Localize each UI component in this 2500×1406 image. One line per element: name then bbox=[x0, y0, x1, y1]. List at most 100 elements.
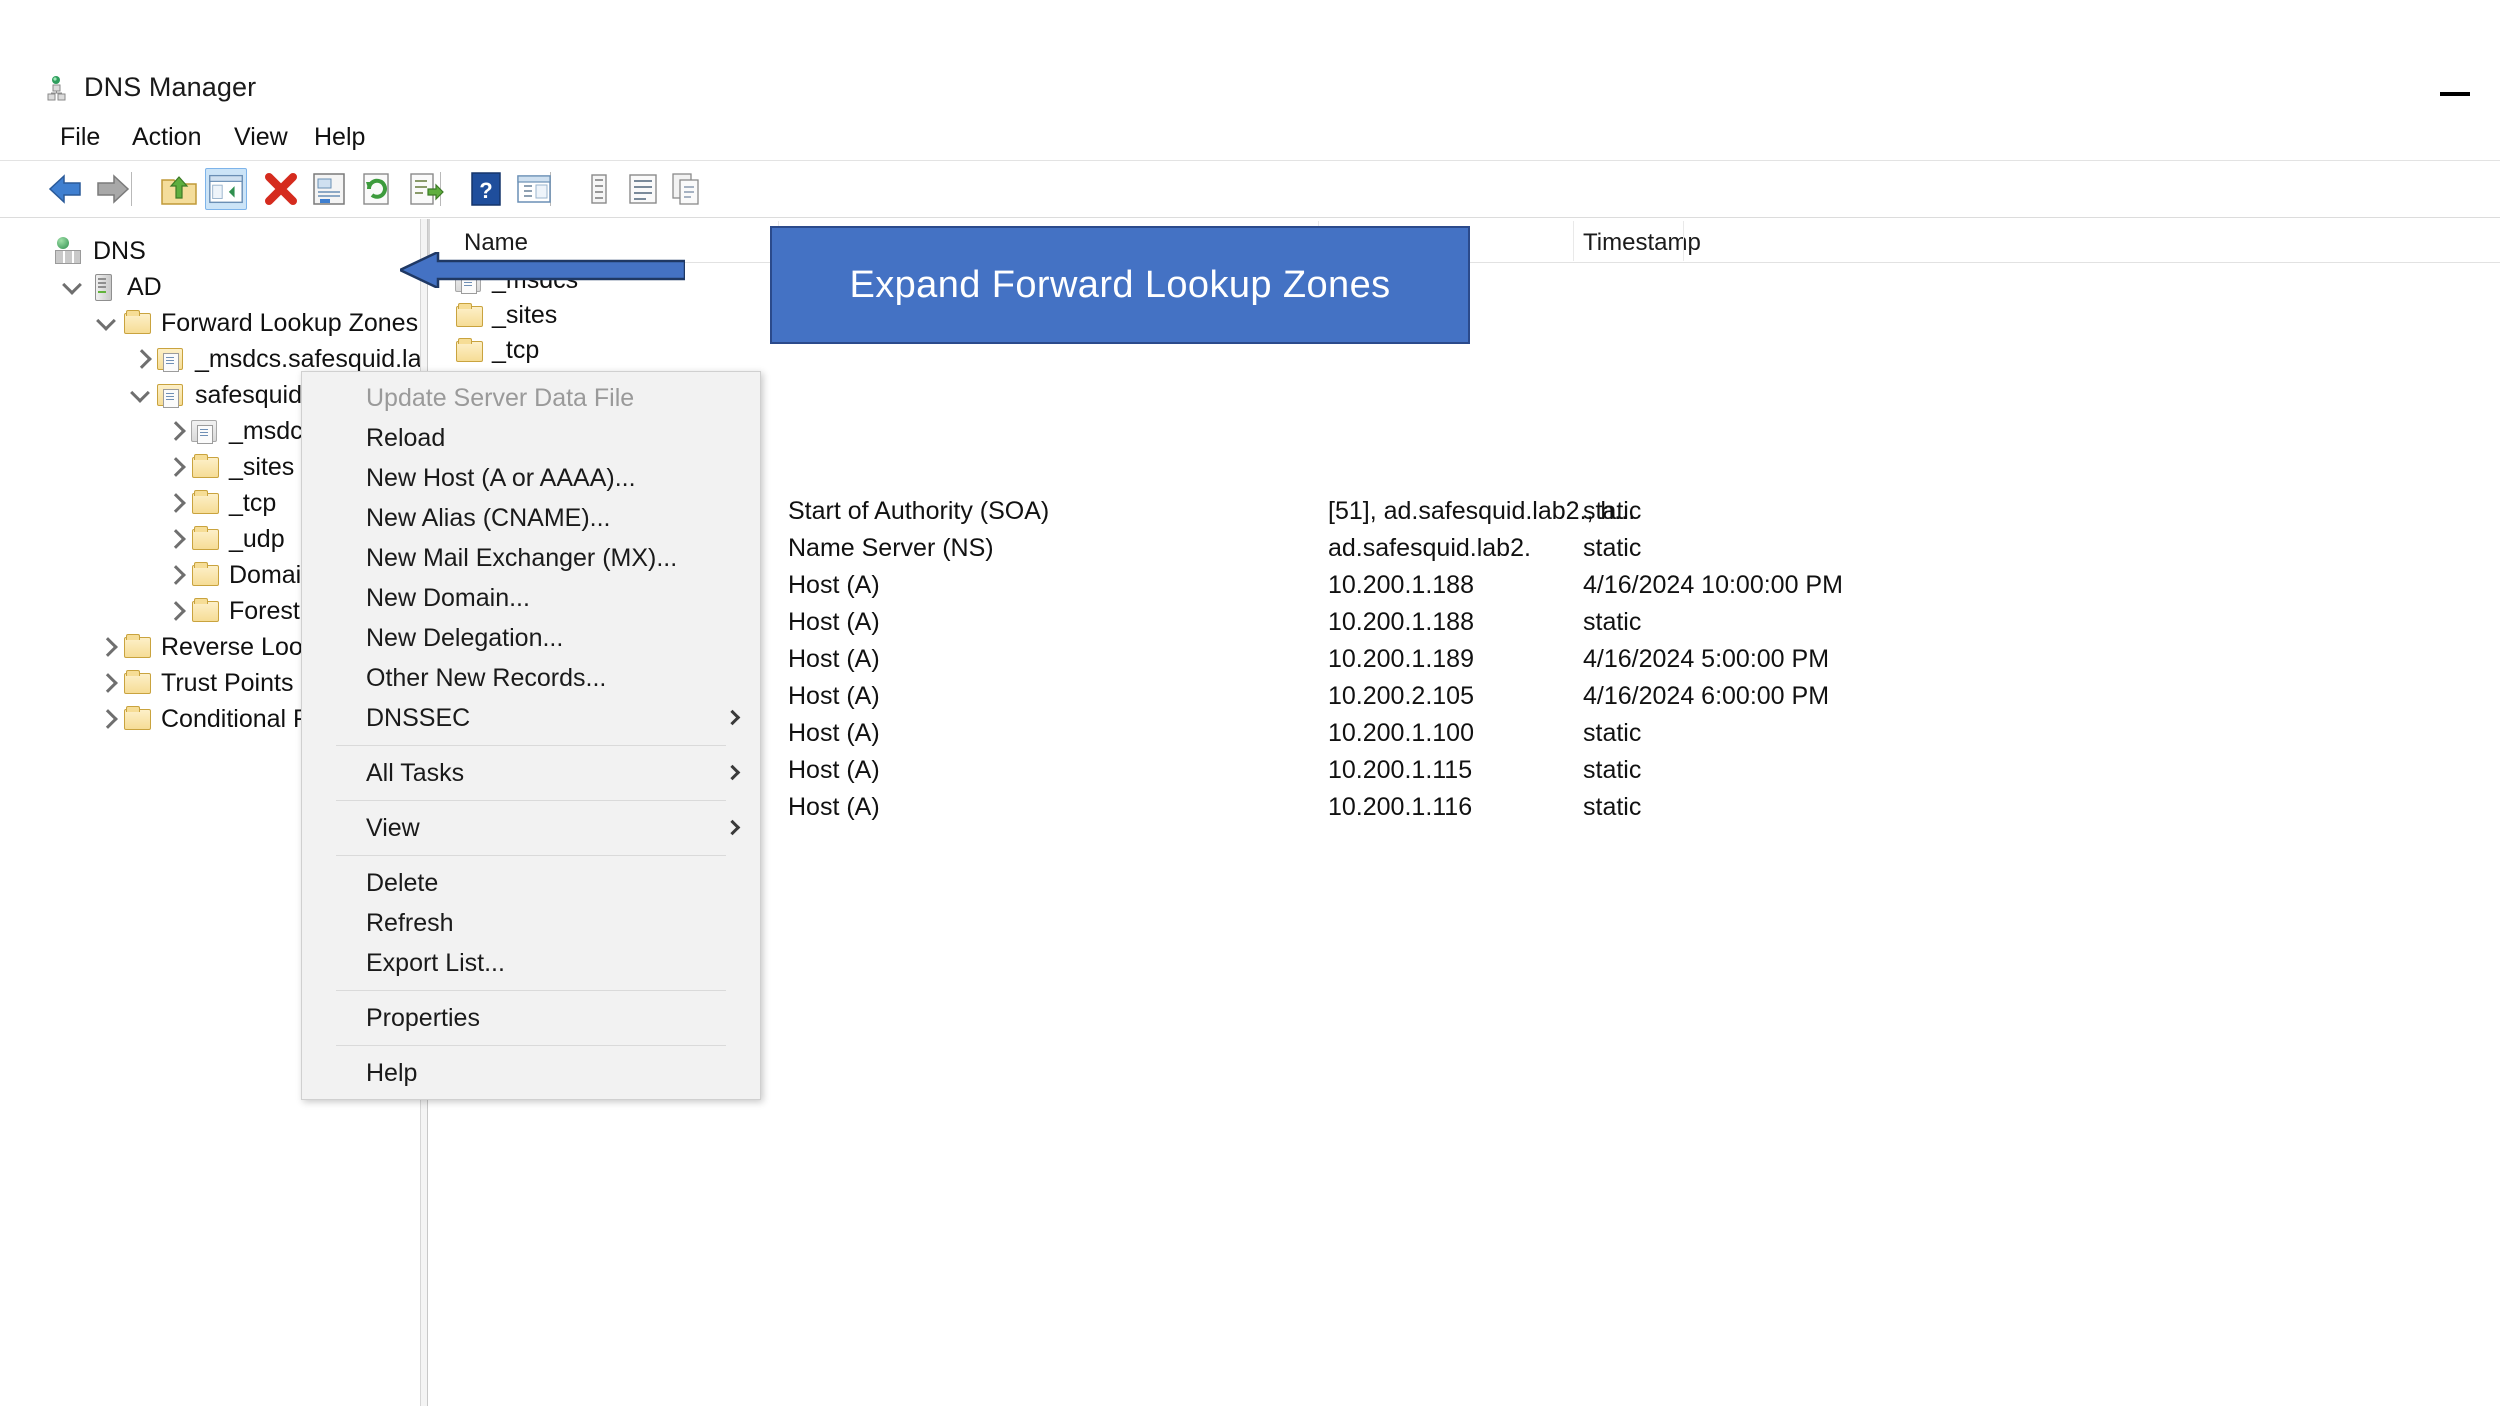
delete-icon[interactable] bbox=[260, 168, 302, 210]
context-menu-item-label: Help bbox=[366, 1059, 418, 1087]
tree-item-tcp[interactable]: _tcp bbox=[162, 485, 276, 521]
context-menu-item-view[interactable]: View bbox=[302, 808, 760, 848]
annotation-arrow-icon bbox=[400, 252, 685, 288]
copy-icon[interactable] bbox=[666, 168, 708, 210]
context-menu-item-help[interactable]: Help bbox=[302, 1053, 760, 1093]
context-menu-item-label: Refresh bbox=[366, 909, 454, 937]
tree-item-label: _sites bbox=[229, 452, 295, 481]
menu-separator bbox=[336, 800, 726, 801]
context-menu-item-reload[interactable]: Reload bbox=[302, 418, 760, 458]
chevron-right-icon bbox=[724, 709, 741, 726]
context-menu-item-label: Update Server Data File bbox=[366, 384, 635, 412]
context-menu-item-new-host-a-or-aaaa[interactable]: New Host (A or AAAA)... bbox=[302, 458, 760, 498]
zone-context-menu[interactable]: Update Server Data File Reload New Host (A… bbox=[301, 371, 761, 1100]
menu-help[interactable]: Help bbox=[304, 119, 375, 156]
context-menu-item-label: Other New Records... bbox=[366, 664, 607, 692]
back-icon[interactable] bbox=[44, 168, 86, 210]
chevron-down-icon[interactable] bbox=[60, 274, 86, 300]
record-data-cell: 10.200.1.188 bbox=[1328, 608, 1474, 636]
chevron-down-icon[interactable] bbox=[128, 382, 154, 408]
record-timestamp-cell: static bbox=[1583, 608, 1642, 636]
chevron-right-icon[interactable] bbox=[94, 670, 120, 696]
menu-separator bbox=[336, 855, 726, 856]
menu-action[interactable]: Action bbox=[122, 119, 211, 156]
forward-icon[interactable] bbox=[92, 168, 134, 210]
folder-icon bbox=[190, 525, 220, 553]
folder-icon bbox=[122, 669, 152, 697]
record-data-cell: 10.200.1.188 bbox=[1328, 571, 1474, 599]
record-type-cell: Host (A) bbox=[788, 756, 880, 784]
context-menu-item-label: View bbox=[366, 814, 420, 842]
record-timestamp-cell: static bbox=[1583, 497, 1642, 525]
zonegrey-icon bbox=[190, 417, 220, 445]
record-timestamp-cell: 4/16/2024 5:00:00 PM bbox=[1583, 645, 1830, 673]
tree-item-msdcs[interactable]: _msdcs bbox=[162, 413, 315, 449]
new-window-icon[interactable] bbox=[513, 168, 555, 210]
zone-icon bbox=[156, 345, 186, 373]
chevron-right-icon[interactable] bbox=[162, 454, 188, 480]
show-hide-tree-icon[interactable] bbox=[205, 168, 247, 210]
record-type-cell: Host (A) bbox=[788, 645, 880, 673]
record-type-cell: Start of Authority (SOA) bbox=[788, 497, 1050, 525]
context-menu-item-update-server-data-file: Update Server Data File bbox=[302, 378, 760, 418]
chevron-right-icon[interactable] bbox=[162, 526, 188, 552]
chevron-right-icon[interactable] bbox=[162, 598, 188, 624]
filter-icon[interactable] bbox=[578, 168, 620, 210]
context-menu-item-new-alias-cname[interactable]: New Alias (CNAME)... bbox=[302, 498, 760, 538]
tree-item-label: AD bbox=[127, 272, 162, 301]
tree-item-label: _udp bbox=[229, 524, 285, 553]
tree-item-ad[interactable]: AD bbox=[60, 269, 162, 305]
folder-icon bbox=[190, 453, 220, 481]
folder-icon bbox=[190, 561, 220, 589]
context-menu-item-export-list[interactable]: Export List... bbox=[302, 943, 760, 983]
refresh-icon[interactable] bbox=[356, 168, 398, 210]
context-menu-item-new-domain[interactable]: New Domain... bbox=[302, 578, 760, 618]
dns-manager-app-icon bbox=[47, 76, 66, 101]
chevron-down-icon[interactable] bbox=[94, 310, 120, 336]
up-one-level-icon[interactable] bbox=[158, 168, 200, 210]
tree-item-trust-points[interactable]: Trust Points bbox=[94, 665, 293, 701]
record-timestamp-cell: 4/16/2024 10:00:00 PM bbox=[1583, 571, 1843, 599]
title-bar: DNS Manager bbox=[0, 0, 2500, 102]
context-menu-item-dnssec[interactable]: DNSSEC bbox=[302, 698, 760, 738]
window-title: DNS Manager bbox=[84, 72, 257, 102]
context-menu-item-new-mail-exchanger-mx[interactable]: New Mail Exchanger (MX)... bbox=[302, 538, 760, 578]
context-menu-item-other-new-records[interactable]: Other New Records... bbox=[302, 658, 760, 698]
tree-item-dns[interactable]: DNS bbox=[26, 233, 146, 269]
context-menu-item-delete[interactable]: Delete bbox=[302, 863, 760, 903]
properties-icon[interactable] bbox=[308, 168, 350, 210]
chevron-right-icon[interactable] bbox=[162, 418, 188, 444]
context-menu-item-properties[interactable]: Properties bbox=[302, 998, 760, 1038]
tree-item-forward-lookup-zones[interactable]: Forward Lookup Zones bbox=[94, 305, 418, 341]
minimize-button[interactable] bbox=[2432, 70, 2478, 106]
column-divider[interactable] bbox=[1683, 221, 1684, 261]
record-name-label: _sites bbox=[492, 301, 558, 329]
tree-item-sites[interactable]: _sites bbox=[162, 449, 294, 485]
chevron-right-icon[interactable] bbox=[162, 490, 188, 516]
menu-view[interactable]: View bbox=[224, 119, 298, 156]
context-menu-item-all-tasks[interactable]: All Tasks bbox=[302, 753, 760, 793]
record-type-cell: Host (A) bbox=[788, 682, 880, 710]
server-icon bbox=[88, 273, 118, 301]
column-divider[interactable] bbox=[1573, 221, 1574, 261]
context-menu-item-label: Export List... bbox=[366, 949, 505, 977]
help-icon[interactable]: ? bbox=[465, 168, 507, 210]
menu-file[interactable]: File bbox=[50, 119, 110, 156]
chevron-right-icon[interactable] bbox=[128, 346, 154, 372]
tree-item-udp[interactable]: _udp bbox=[162, 521, 285, 557]
context-menu-item-label: New Delegation... bbox=[366, 624, 564, 652]
context-menu-item-refresh[interactable]: Refresh bbox=[302, 903, 760, 943]
minimize-icon bbox=[2440, 92, 2470, 96]
chevron-right-icon[interactable] bbox=[162, 562, 188, 588]
folder-icon bbox=[454, 302, 484, 330]
annotation-callout-text: Expand Forward Lookup Zones bbox=[849, 263, 1391, 306]
record-type-cell: Host (A) bbox=[788, 793, 880, 821]
list-view-icon[interactable] bbox=[622, 168, 664, 210]
chevron-right-icon[interactable] bbox=[94, 706, 120, 732]
dnsroot-icon bbox=[54, 237, 84, 265]
context-menu-item-new-delegation[interactable]: New Delegation... bbox=[302, 618, 760, 658]
chevron-right-icon[interactable] bbox=[94, 634, 120, 660]
context-menu-item-label: New Alias (CNAME)... bbox=[366, 504, 611, 532]
export-list-icon[interactable] bbox=[404, 168, 446, 210]
record-name-label: _tcp bbox=[492, 336, 540, 364]
